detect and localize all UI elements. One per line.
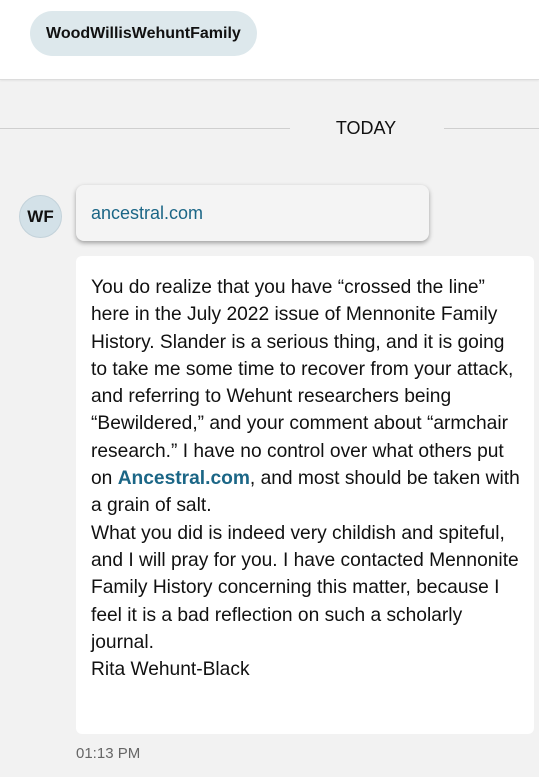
conversation-header: WoodWillisWehuntFamily xyxy=(0,0,539,80)
message-paragraph-2: What you did is indeed very childish and… xyxy=(91,522,519,653)
divider-line-right xyxy=(444,128,539,129)
message-signature: Rita Wehunt-Black xyxy=(91,659,250,681)
message-timestamp: 01:13 PM xyxy=(76,745,141,762)
group-name-chip[interactable]: WoodWillisWehuntFamily xyxy=(30,11,257,56)
divider-line-left xyxy=(0,128,290,129)
link-preview-link[interactable]: ancestral.com xyxy=(91,203,203,223)
date-divider-label: TODAY xyxy=(335,118,397,138)
message-bubble: You do realize that you have “crossed th… xyxy=(76,256,534,734)
link-preview-card[interactable]: ancestral.com xyxy=(76,185,429,241)
date-divider: TODAY xyxy=(0,117,539,139)
message-text: You do realize that you have “crossed th… xyxy=(91,277,514,490)
inline-link-ancestral[interactable]: Ancestral.com xyxy=(118,468,250,489)
message-paragraph-1: You do realize that you have “crossed th… xyxy=(91,274,524,520)
sender-avatar[interactable]: WF xyxy=(19,195,62,238)
